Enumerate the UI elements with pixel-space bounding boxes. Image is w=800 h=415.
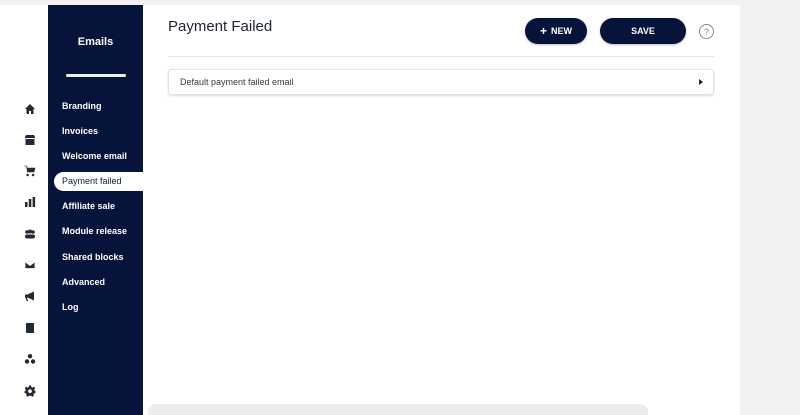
sidebar-divider bbox=[66, 74, 126, 77]
mail-icon[interactable] bbox=[22, 257, 38, 273]
new-button[interactable]: + NEW bbox=[525, 18, 587, 44]
sidebar-item-branding[interactable]: Branding bbox=[62, 101, 102, 111]
save-button[interactable]: SAVE bbox=[600, 18, 686, 44]
main-content: Payment Failed + NEW SAVE ? Default paym… bbox=[143, 5, 740, 415]
sidebar-item-module-release[interactable]: Module release bbox=[62, 226, 127, 236]
home-icon[interactable] bbox=[22, 101, 38, 117]
sidebar-item-log[interactable]: Log bbox=[62, 302, 79, 312]
header-divider bbox=[168, 56, 714, 57]
bottom-bar bbox=[148, 404, 648, 415]
new-button-label: NEW bbox=[551, 26, 572, 36]
icon-rail bbox=[0, 5, 48, 415]
sidebar-title: Emails bbox=[77, 36, 114, 48]
book-icon[interactable] bbox=[22, 320, 38, 336]
sidebar-item-payment-failed[interactable]: Payment failed bbox=[54, 172, 143, 191]
store-icon[interactable] bbox=[22, 132, 38, 148]
app-window: Emails Branding Invoices Welcome email P… bbox=[0, 5, 740, 415]
sidebar-item-invoices[interactable]: Invoices bbox=[62, 126, 98, 136]
sidebar-item-welcome-email[interactable]: Welcome email bbox=[62, 151, 127, 161]
save-button-label: SAVE bbox=[631, 26, 655, 36]
default-email-panel[interactable]: Default payment failed email bbox=[168, 69, 714, 95]
people-icon[interactable] bbox=[22, 226, 38, 242]
modules-icon[interactable] bbox=[22, 351, 38, 367]
emails-sidebar: Emails Branding Invoices Welcome email P… bbox=[48, 5, 143, 415]
expand-arrow-icon[interactable] bbox=[699, 79, 703, 85]
sidebar-item-advanced[interactable]: Advanced bbox=[62, 277, 105, 287]
bar-chart-icon[interactable] bbox=[22, 194, 38, 210]
gear-icon[interactable] bbox=[22, 383, 38, 399]
cart-icon[interactable] bbox=[22, 163, 38, 179]
sidebar-item-affiliate-sale[interactable]: Affiliate sale bbox=[62, 201, 115, 211]
page-title: Payment Failed bbox=[168, 18, 273, 35]
help-icon[interactable]: ? bbox=[699, 24, 714, 39]
panel-label: Default payment failed email bbox=[180, 77, 294, 87]
plus-icon: + bbox=[539, 23, 547, 38]
sidebar-item-shared-blocks[interactable]: Shared blocks bbox=[62, 252, 124, 262]
megaphone-icon[interactable] bbox=[22, 288, 38, 304]
